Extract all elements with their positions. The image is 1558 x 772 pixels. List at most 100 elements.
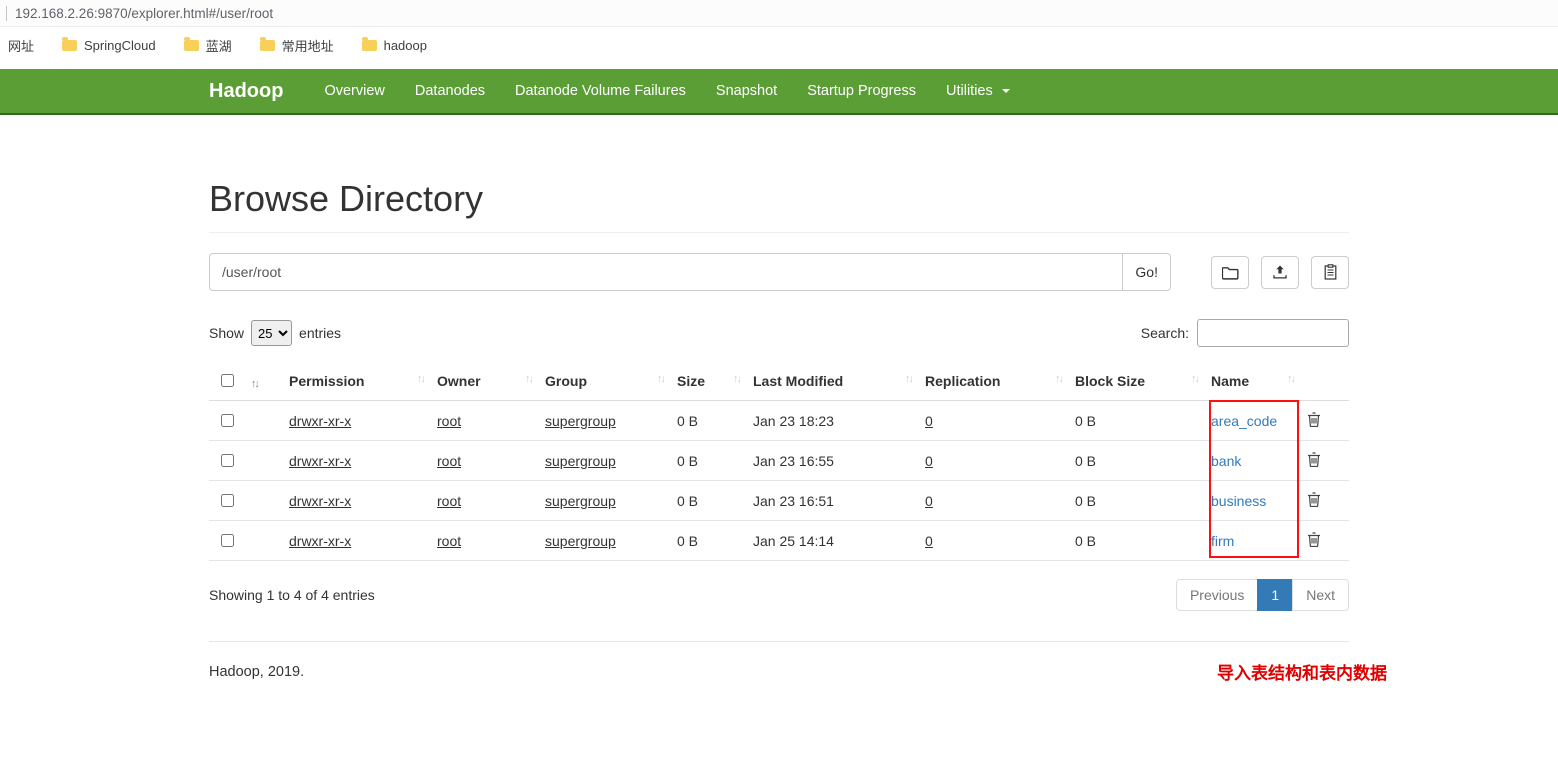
bookmark-item[interactable]: 网址 xyxy=(8,36,34,55)
col-header-size[interactable]: Size ↑↓ xyxy=(669,361,745,401)
directory-path-input[interactable] xyxy=(209,253,1124,291)
table-header-row: ↑↓ Permission ↑↓ Owner ↑↓ Group ↑↓ Size … xyxy=(209,361,1349,401)
col-header-last-modified[interactable]: Last Modified ↑↓ xyxy=(745,361,917,401)
group-link[interactable]: supergroup xyxy=(545,493,616,509)
table-row: drwxr-xr-x root supergroup 0 B Jan 23 18… xyxy=(209,400,1349,441)
row-checkbox[interactable] xyxy=(221,414,234,427)
go-button[interactable]: Go! xyxy=(1122,253,1171,291)
replication-link[interactable]: 0 xyxy=(925,493,933,509)
name-link[interactable]: business xyxy=(1211,493,1266,509)
annotation-text: 导入表结构和表内数据 xyxy=(1217,664,1387,683)
sort-icon: ↑↓ xyxy=(657,373,666,385)
nav-item-datanodes[interactable]: Datanodes xyxy=(400,69,500,113)
permission-link[interactable]: drwxr-xr-x xyxy=(289,533,351,549)
cut-paste-button[interactable] xyxy=(1311,255,1349,289)
col-header-block-size[interactable]: Block Size ↑↓ xyxy=(1067,361,1203,401)
permission-link[interactable]: drwxr-xr-x xyxy=(289,413,351,429)
delete-button[interactable] xyxy=(1307,411,1321,430)
owner-link[interactable]: root xyxy=(437,493,461,509)
next-page-button[interactable]: Next xyxy=(1292,579,1349,611)
delete-button[interactable] xyxy=(1307,531,1321,550)
group-link[interactable]: supergroup xyxy=(545,413,616,429)
owner-link[interactable]: root xyxy=(437,413,461,429)
modified-cell: Jan 23 16:55 xyxy=(745,440,917,481)
bookmark-item[interactable]: SpringCloud xyxy=(62,37,156,53)
sort-icon: ↑↓ xyxy=(525,373,534,385)
bookmark-label: 蓝湖 xyxy=(205,39,232,54)
folder-icon xyxy=(62,37,78,51)
browser-address-bar: 192.168.2.26:9870/explorer.html#/user/ro… xyxy=(0,0,1558,27)
upload-files-button[interactable] xyxy=(1261,255,1299,289)
create-directory-button[interactable] xyxy=(1211,255,1249,289)
bookmark-item[interactable]: 常用地址 xyxy=(259,36,334,55)
modified-cell: Jan 23 16:51 xyxy=(745,480,917,521)
search-label: Search: xyxy=(1140,325,1189,341)
owner-link[interactable]: root xyxy=(437,533,461,549)
delete-button[interactable] xyxy=(1307,451,1321,470)
replication-link[interactable]: 0 xyxy=(925,413,933,429)
previous-page-button[interactable]: Previous xyxy=(1175,579,1259,611)
sort-icon: ↑↓ xyxy=(250,378,260,390)
divider xyxy=(6,5,7,21)
sort-icon: ↑↓ xyxy=(1055,373,1064,385)
row-checkbox[interactable] xyxy=(221,494,234,507)
nav-item-utilities[interactable]: Utilities xyxy=(931,69,1025,113)
col-header-actions xyxy=(1299,361,1349,401)
nav-item-overview[interactable]: Overview xyxy=(309,69,399,113)
group-link[interactable]: supergroup xyxy=(545,533,616,549)
folder-icon xyxy=(361,37,377,51)
size-cell: 0 B xyxy=(669,440,745,481)
sort-icon: ↑↓ xyxy=(1287,373,1296,385)
col-header-group[interactable]: Group ↑↓ xyxy=(537,361,669,401)
delete-button[interactable] xyxy=(1307,491,1321,510)
footer-divider xyxy=(209,641,1349,642)
name-link[interactable]: area_code xyxy=(1211,413,1277,429)
blocksize-cell: 0 B xyxy=(1067,520,1203,561)
blocksize-cell: 0 B xyxy=(1067,440,1203,481)
nav-item-label: Utilities xyxy=(946,83,993,99)
bookmark-label: SpringCloud xyxy=(84,38,156,53)
page-1-button[interactable]: 1 xyxy=(1257,579,1294,611)
bookmark-item[interactable]: 蓝湖 xyxy=(183,36,232,55)
nav-item-snapshot[interactable]: Snapshot xyxy=(701,69,792,113)
permission-link[interactable]: drwxr-xr-x xyxy=(289,453,351,469)
bookmark-item[interactable]: hadoop xyxy=(361,37,427,53)
select-all-checkbox[interactable] xyxy=(221,374,234,387)
blocksize-cell: 0 B xyxy=(1067,480,1203,521)
name-link[interactable]: firm xyxy=(1211,533,1234,549)
col-header-replication[interactable]: Replication ↑↓ xyxy=(917,361,1067,401)
nav-item-datanode-volume-failures[interactable]: Datanode Volume Failures xyxy=(500,69,701,113)
clipboard-icon xyxy=(1323,264,1338,280)
name-link[interactable]: bank xyxy=(1211,453,1241,469)
size-cell: 0 B xyxy=(669,400,745,441)
col-header-permission[interactable]: Permission ↑↓ xyxy=(281,361,429,401)
path-input-group: Go! xyxy=(209,253,1171,291)
col-header-select[interactable]: ↑↓ xyxy=(209,361,281,401)
trash-icon xyxy=(1307,491,1321,510)
sort-icon: ↑↓ xyxy=(733,373,742,385)
replication-link[interactable]: 0 xyxy=(925,533,933,549)
url-text[interactable]: 192.168.2.26:9870/explorer.html#/user/ro… xyxy=(15,6,273,21)
hadoop-navbar: Hadoop Overview Datanodes Datanode Volum… xyxy=(0,69,1558,115)
bookmark-label: hadoop xyxy=(383,38,427,53)
sort-icon: ↑↓ xyxy=(905,373,914,385)
nav-item-startup-progress[interactable]: Startup Progress xyxy=(792,69,931,113)
col-header-owner[interactable]: Owner ↑↓ xyxy=(429,361,537,401)
search-input[interactable] xyxy=(1197,319,1349,347)
sort-icon: ↑↓ xyxy=(1191,373,1200,385)
trash-icon xyxy=(1307,411,1321,430)
table-row: drwxr-xr-x root supergroup 0 B Jan 23 16… xyxy=(209,440,1349,481)
row-checkbox[interactable] xyxy=(221,534,234,547)
brand-hadoop[interactable]: Hadoop xyxy=(209,80,283,103)
size-cell: 0 B xyxy=(669,520,745,561)
permission-link[interactable]: drwxr-xr-x xyxy=(289,493,351,509)
entries-per-page-select[interactable]: 25 xyxy=(251,320,293,346)
file-table: ↑↓ Permission ↑↓ Owner ↑↓ Group ↑↓ Size … xyxy=(209,361,1349,561)
row-checkbox[interactable] xyxy=(221,454,234,467)
footer-text: Hadoop, 2019. xyxy=(209,663,305,680)
col-header-name[interactable]: Name ↑↓ xyxy=(1203,361,1299,401)
group-link[interactable]: supergroup xyxy=(545,453,616,469)
table-row: drwxr-xr-x root supergroup 0 B Jan 25 14… xyxy=(209,520,1349,561)
owner-link[interactable]: root xyxy=(437,453,461,469)
replication-link[interactable]: 0 xyxy=(925,453,933,469)
